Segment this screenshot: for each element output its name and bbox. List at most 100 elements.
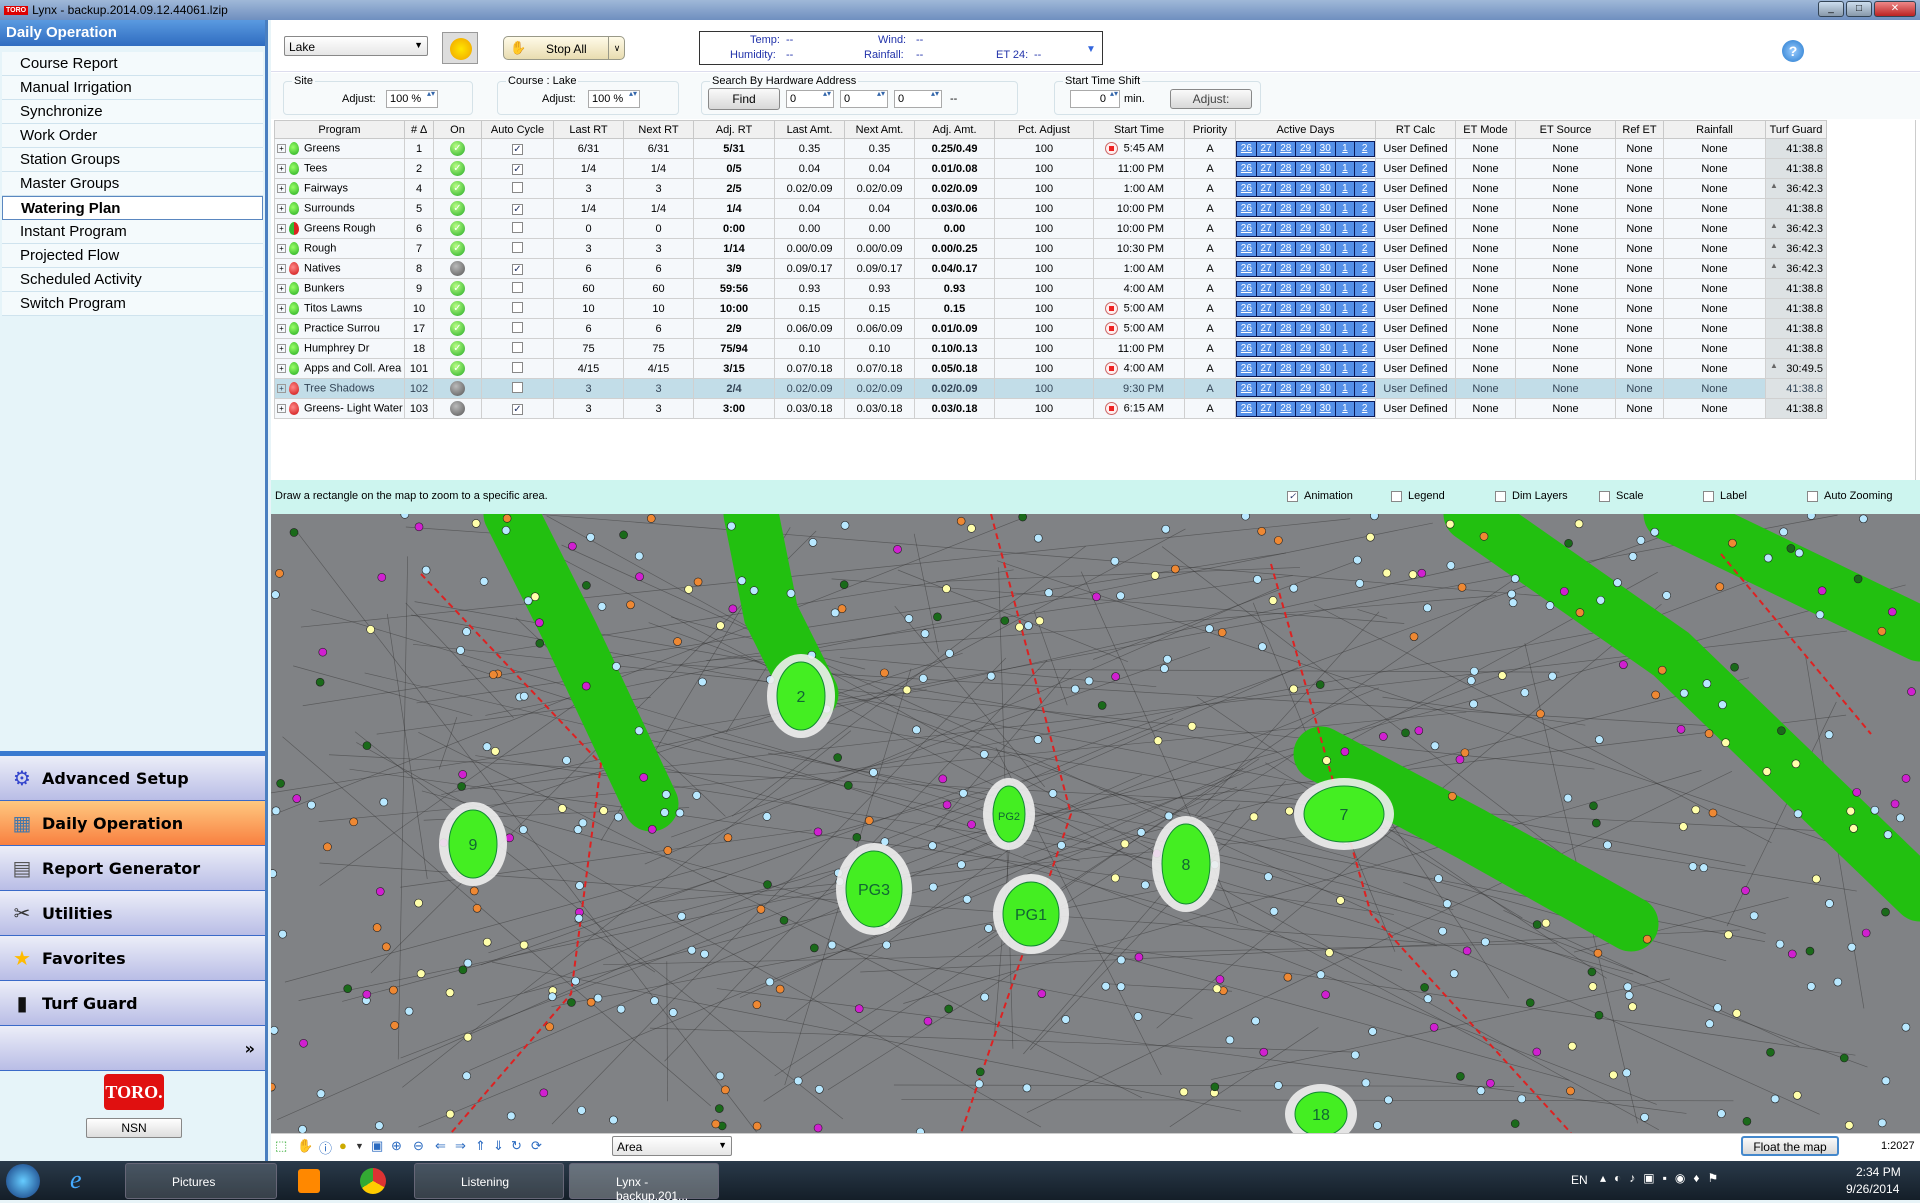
column-header-adj-amt[interactable]: Adj. Amt. <box>914 120 995 139</box>
taskbar-pictures[interactable]: Pictures <box>125 1163 277 1199</box>
language-indicator[interactable]: EN <box>1571 1173 1588 1187</box>
day-toggle[interactable]: 26 <box>1237 381 1256 396</box>
expand-icon[interactable]: + <box>277 164 286 173</box>
start-time-cell[interactable]: 5:45 AM <box>1093 138 1185 159</box>
module-daily-operation[interactable]: ▦ Daily Operation <box>0 801 265 846</box>
more-modules-button[interactable]: » <box>0 1026 265 1071</box>
sidebar-item-switch-program[interactable]: Switch Program <box>2 292 263 316</box>
rotate-icon[interactable]: ⟳ <box>531 1138 542 1154</box>
table-row[interactable]: + Natives 8 ✓ 6 6 3/9 0.09/0.17 0.09/0.17 0.04/0.… <box>274 258 1827 279</box>
active-days-cell[interactable]: 26 27 28 29 30 1 2 <box>1235 298 1376 319</box>
map-option-label[interactable]: Label <box>1703 490 1747 502</box>
stop-icon[interactable] <box>1104 402 1118 415</box>
day-toggle[interactable]: 30 <box>1315 321 1335 336</box>
day-toggle[interactable]: 1 <box>1335 261 1355 276</box>
auto-cycle-checkbox[interactable]: ✓ <box>512 163 523 175</box>
day-toggle[interactable]: 1 <box>1335 241 1355 256</box>
table-row[interactable]: + Tree Shadows 102 3 3 2/4 0.02/0.09 0.02/0.09 0… <box>274 378 1827 399</box>
active-days-cell[interactable]: 26 27 28 29 30 1 2 <box>1235 378 1376 399</box>
day-toggle[interactable]: 26 <box>1237 141 1256 156</box>
nsn-button[interactable]: NSN <box>86 1118 182 1138</box>
enabled-check-icon[interactable]: ✓ <box>450 301 465 316</box>
day-toggle[interactable]: 30 <box>1315 201 1335 216</box>
start-time-cell[interactable]: 6:15 AM <box>1093 398 1185 419</box>
day-toggle[interactable]: 27 <box>1256 401 1276 416</box>
day-toggle[interactable]: 30 <box>1315 241 1335 256</box>
legend-checkbox[interactable] <box>1391 490 1402 502</box>
table-row[interactable]: + Greens 1 ✓ ✓ 6/31 6/31 5/31 0.35 0.35 0.25/0.49 1… <box>274 138 1827 159</box>
day-toggle[interactable]: 29 <box>1296 321 1315 336</box>
day-toggle[interactable]: 30 <box>1315 181 1335 196</box>
auto-cycle-checkbox[interactable] <box>512 241 523 253</box>
course-adjust-input[interactable]: 100 % <box>588 90 640 108</box>
day-toggle[interactable]: 26 <box>1237 301 1256 316</box>
day-toggle[interactable]: 2 <box>1355 201 1375 216</box>
start-time-cell[interactable]: 9:30 PM <box>1093 378 1185 399</box>
day-toggle[interactable]: 2 <box>1355 241 1375 256</box>
table-row[interactable]: + Apps and Coll. Area 101 ✓ 4/15 4/15 3/15 0.07… <box>274 358 1827 379</box>
auto-cycle-checkbox[interactable] <box>512 321 523 333</box>
stop-icon[interactable] <box>1104 362 1118 375</box>
map-option-scale[interactable]: Scale <box>1599 490 1644 502</box>
day-toggle[interactable]: 26 <box>1237 181 1256 196</box>
day-toggle[interactable]: 28 <box>1276 241 1296 256</box>
maximize-button[interactable]: □ <box>1846 1 1872 17</box>
day-toggle[interactable]: 29 <box>1296 401 1315 416</box>
enabled-check-icon[interactable]: ✓ <box>450 321 465 336</box>
auto-cycle-checkbox[interactable] <box>512 381 523 393</box>
column-header-last-amt[interactable]: Last Amt. <box>774 120 845 139</box>
module-advanced-setup[interactable]: ⚙ Advanced Setup <box>0 756 265 801</box>
start-time-cell[interactable]: 5:00 AM <box>1093 318 1185 339</box>
taskbar-lynx[interactable]: Lynx - backup.201... <box>569 1163 719 1203</box>
column-header-rainfall[interactable]: Rainfall <box>1663 120 1766 139</box>
map-option-auto-zooming[interactable]: Auto Zooming <box>1807 490 1892 502</box>
day-toggle[interactable]: 27 <box>1256 381 1276 396</box>
internet-explorer-icon[interactable]: e <box>70 1165 82 1195</box>
start-button[interactable] <box>6 1164 40 1198</box>
day-toggle[interactable]: 29 <box>1296 161 1315 176</box>
day-toggle[interactable]: 26 <box>1237 341 1256 356</box>
expand-icon[interactable]: + <box>277 264 286 273</box>
stop-icon[interactable] <box>1104 322 1118 335</box>
day-toggle[interactable]: 2 <box>1355 181 1375 196</box>
media-player-icon[interactable] <box>298 1169 320 1193</box>
day-toggle[interactable]: 2 <box>1355 161 1375 176</box>
sidebar-item-manual-irrigation[interactable]: Manual Irrigation <box>2 76 263 100</box>
day-toggle[interactable]: 2 <box>1355 361 1375 376</box>
course-map[interactable]: 2 9 PG3 PG2 PG1 8 7 18 <box>271 514 1920 1133</box>
clock-date[interactable]: 9/26/2014 <box>1846 1182 1899 1196</box>
active-days-cell[interactable]: 26 27 28 29 30 1 2 <box>1235 158 1376 179</box>
column-header-last-rt[interactable]: Last RT <box>553 120 624 139</box>
day-toggle[interactable]: 28 <box>1276 221 1296 236</box>
program-cell[interactable]: + Apps and Coll. Area <box>274 358 405 379</box>
enabled-check-icon[interactable]: ✓ <box>450 181 465 196</box>
float-map-button[interactable]: Float the map <box>1741 1136 1839 1156</box>
start-time-cell[interactable]: 5:00 AM <box>1093 298 1185 319</box>
sidebar-item-projected-flow[interactable]: Projected Flow <box>2 244 263 268</box>
address-input-1[interactable]: 0 <box>786 90 834 108</box>
start-time-cell[interactable]: 4:00 AM <box>1093 278 1185 299</box>
expand-icon[interactable]: + <box>277 224 286 233</box>
address-input-2[interactable]: 0 <box>840 90 888 108</box>
table-row[interactable]: + Greens- Light Water 103 ✓ 3 3 3:00 0.03/0.18 0… <box>274 398 1827 419</box>
day-toggle[interactable]: 28 <box>1276 401 1296 416</box>
day-toggle[interactable]: 1 <box>1335 201 1355 216</box>
expand-icon[interactable]: + <box>277 384 286 393</box>
day-toggle[interactable]: 30 <box>1315 221 1335 236</box>
program-cell[interactable]: + Practice Surrou <box>274 318 405 339</box>
disabled-icon[interactable] <box>450 381 465 396</box>
start-time-cell[interactable]: 1:00 AM <box>1093 258 1185 279</box>
day-toggle[interactable]: 29 <box>1296 201 1315 216</box>
pan-north-icon[interactable]: ⇑ <box>475 1138 486 1154</box>
column-header-ref-et[interactable]: Ref ET <box>1615 120 1664 139</box>
disabled-icon[interactable] <box>450 401 465 416</box>
auto-cycle-checkbox[interactable] <box>512 301 523 313</box>
map-option-animation[interactable]: ✓ Animation <box>1287 490 1353 502</box>
day-toggle[interactable]: 27 <box>1256 261 1276 276</box>
pan-hand-icon[interactable]: ✋ <box>297 1138 313 1154</box>
program-cell[interactable]: + Tees <box>274 158 405 179</box>
day-toggle[interactable]: 30 <box>1315 281 1335 296</box>
pin-dropdown-icon[interactable]: ▼ <box>355 1141 364 1151</box>
on-cell[interactable]: ✓ <box>433 238 482 259</box>
table-row[interactable]: + Surrounds 5 ✓ ✓ 1/4 1/4 1/4 0.04 0.04 0.03/0.06 1… <box>274 198 1827 219</box>
